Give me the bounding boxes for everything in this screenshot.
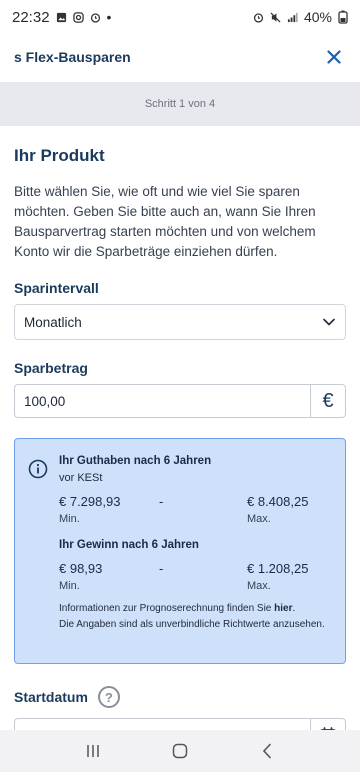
range-dash: - — [159, 561, 164, 576]
step-indicator: Schritt 1 von 4 — [0, 82, 360, 126]
status-time: 22:32 — [12, 8, 50, 26]
calendar-button[interactable] — [310, 718, 346, 730]
main-content: Ihr Produkt Bitte wählen Sie, wie oft un… — [0, 126, 360, 730]
close-button[interactable] — [322, 45, 346, 69]
balance-range: € 7.298,93 - € 8.408,25 — [59, 494, 333, 509]
recent-apps-button[interactable] — [78, 736, 108, 766]
mute-icon — [270, 11, 281, 23]
home-icon — [172, 743, 188, 759]
gallery-icon — [56, 12, 66, 22]
max-label: Max. — [247, 580, 271, 592]
amount-input[interactable] — [14, 384, 310, 418]
help-icon[interactable]: ? — [97, 686, 120, 708]
back-icon — [262, 743, 271, 759]
system-nav-bar — [0, 730, 360, 772]
section-title: Ihr Produkt — [14, 146, 105, 165]
status-left: 22:32 • — [12, 9, 111, 26]
min-label: Min. — [59, 513, 80, 525]
intro-text: Bitte wählen Sie, wie oft und wie viel S… — [14, 184, 316, 259]
gain-heading: Ihr Gewinn nach 6 Jahren — [59, 539, 199, 551]
interval-select[interactable]: Monatlich — [14, 304, 346, 340]
start-date-label-row: Startdatum ? — [14, 686, 346, 708]
info-icon — [28, 459, 48, 479]
amount-field: € — [14, 384, 346, 418]
start-date-input[interactable] — [14, 718, 310, 730]
note-text: Informationen zur Prognoserechnung finde… — [59, 603, 275, 614]
range-dash: - — [159, 494, 164, 509]
balance-subtitle: vor KESt — [59, 472, 103, 484]
gain-range-captions: Min. Max. — [59, 580, 333, 592]
gain-min-value: € 98,93 — [59, 561, 103, 576]
balance-range-captions: Min. Max. — [59, 513, 333, 525]
step-text: Schritt 1 von 4 — [144, 98, 216, 110]
alarm-icon — [253, 12, 264, 23]
gain-range: € 98,93 - € 1.208,25 — [59, 561, 333, 576]
start-date-label: Startdatum — [14, 689, 88, 705]
note-suffix: . — [292, 603, 296, 614]
battery-percent: 40% — [303, 9, 332, 25]
forecast-info-box: Ihr Guthaben nach 6 Jahren vor KESt € 7.… — [14, 438, 346, 664]
status-right: 40% — [253, 9, 348, 25]
balance-max-value: € 8.408,25 — [247, 494, 309, 509]
gain-max-value: € 1.208,25 — [247, 561, 309, 576]
back-button[interactable] — [252, 736, 282, 766]
instagram-icon — [72, 11, 84, 23]
alarm-icon — [90, 12, 100, 23]
battery-icon — [338, 10, 348, 24]
close-icon — [327, 50, 341, 64]
status-bar: 22:32 • 40% — [0, 0, 360, 34]
min-label: Min. — [59, 580, 80, 592]
home-button[interactable] — [165, 736, 195, 766]
euro-icon: € — [310, 384, 346, 418]
amount-label: Sparbetrag — [14, 360, 88, 376]
page-title: s Flex-Bausparen — [14, 49, 131, 65]
forecast-disclaimer: Die Angaben sind als unverbindliche Rich… — [59, 619, 325, 630]
signal-icon — [287, 12, 298, 22]
start-date-field — [14, 718, 346, 730]
status-dot: • — [106, 9, 112, 25]
max-label: Max. — [247, 513, 271, 525]
balance-min-value: € 7.298,93 — [59, 494, 121, 509]
interval-selected-value: Monatlich — [24, 314, 82, 330]
app-header: s Flex-Bausparen — [0, 34, 360, 80]
recent-apps-icon — [87, 745, 100, 757]
forecast-info-link[interactable]: hier — [274, 603, 292, 614]
balance-heading: Ihr Guthaben nach 6 Jahren — [59, 455, 212, 467]
chevron-down-icon — [323, 318, 335, 326]
interval-label: Sparintervall — [14, 280, 99, 296]
forecast-info-note: Informationen zur Prognoserechnung finde… — [59, 602, 333, 615]
